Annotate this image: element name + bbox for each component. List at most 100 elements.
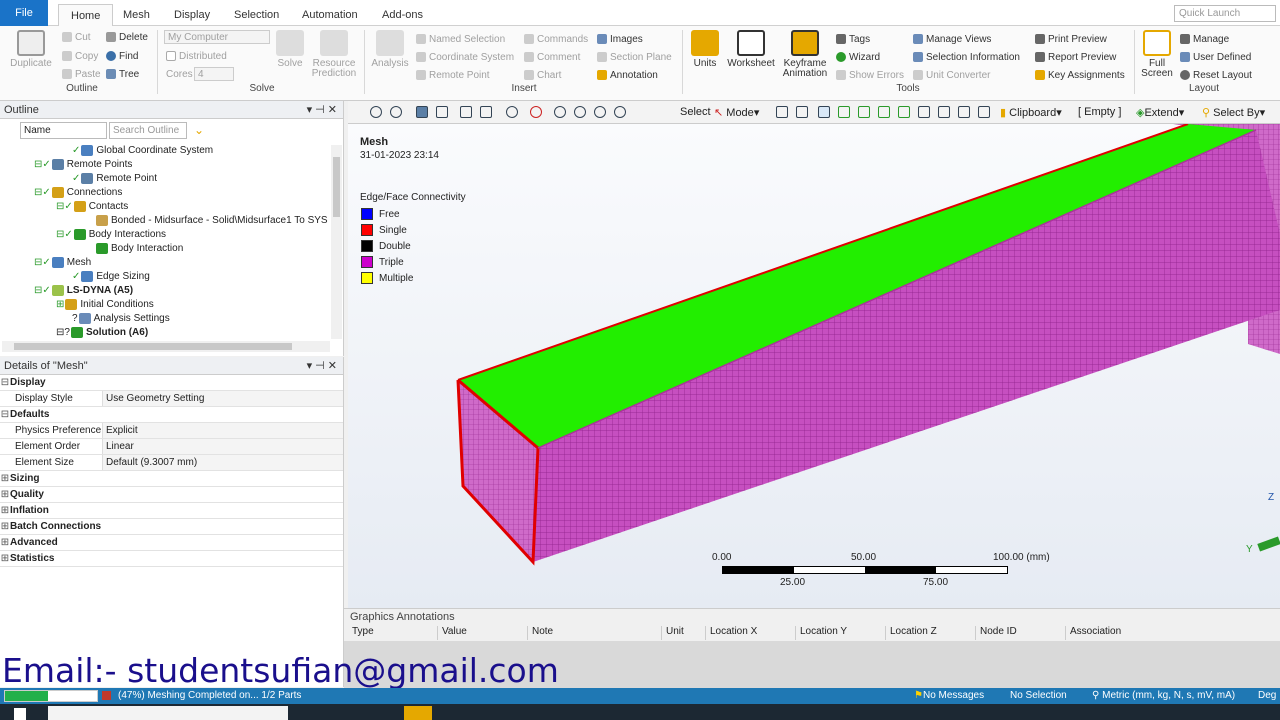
detail-physics-preference[interactable]: Physics Preference Explicit bbox=[0, 423, 343, 439]
comment-button[interactable]: Comment bbox=[524, 50, 580, 64]
manage-views-button[interactable]: Manage Views bbox=[913, 32, 991, 46]
col-location-x[interactable]: Location X bbox=[706, 626, 796, 640]
tree-item-solution[interactable]: ⊟? Solution (A6) bbox=[56, 325, 148, 339]
tree-item-ls-dyna[interactable]: ⊟✓ LS-DYNA (A5) bbox=[34, 283, 133, 297]
select-edge-icon[interactable] bbox=[796, 106, 808, 118]
tree-item-remote-points[interactable]: ⊟✓ Remote Points bbox=[34, 157, 132, 171]
outline-vertical-scrollbar[interactable] bbox=[331, 145, 342, 339]
col-location-z[interactable]: Location Z bbox=[886, 626, 976, 640]
commands-button[interactable]: Commands bbox=[524, 32, 588, 46]
section-plane-button[interactable]: Section Plane bbox=[597, 50, 672, 64]
print-preview-button[interactable]: Print Preview bbox=[1035, 32, 1107, 46]
col-unit[interactable]: Unit bbox=[662, 626, 706, 640]
section-batch-connections[interactable]: ⊞ Batch Connections bbox=[0, 519, 343, 535]
annotation-button[interactable]: Annotation bbox=[597, 68, 658, 82]
worksheet-button[interactable]: Worksheet bbox=[726, 30, 776, 69]
label-icon[interactable] bbox=[958, 106, 970, 118]
select-element-face-icon[interactable] bbox=[878, 106, 890, 118]
detail-element-order[interactable]: Element Order Linear bbox=[0, 439, 343, 455]
manage-layout-button[interactable]: Manage bbox=[1180, 32, 1229, 46]
keyframe-animation-button[interactable]: Keyframe Animation bbox=[780, 30, 830, 79]
section-defaults[interactable]: ⊟ Defaults bbox=[0, 407, 343, 423]
select-menu[interactable]: Select bbox=[680, 106, 711, 118]
named-selection-button[interactable]: Named Selection bbox=[416, 32, 505, 46]
show-vertices-icon[interactable] bbox=[938, 106, 950, 118]
zoom-in-icon[interactable] bbox=[370, 106, 382, 118]
section-inflation[interactable]: ⊞ Inflation bbox=[0, 503, 343, 519]
copy-button[interactable]: Copy bbox=[62, 49, 98, 63]
tree-item-contacts[interactable]: ⊟✓ Contacts bbox=[56, 199, 128, 213]
distributed-checkbox[interactable]: Distributed bbox=[166, 49, 227, 63]
fit-icon[interactable] bbox=[436, 106, 448, 118]
wizard-button[interactable]: Wizard bbox=[836, 50, 880, 64]
tree-item-body-interactions[interactable]: ⊟✓ Body Interactions bbox=[56, 227, 166, 241]
user-defined-button[interactable]: User Defined bbox=[1180, 50, 1251, 64]
units-button[interactable]: Units bbox=[688, 30, 722, 69]
mesh-model[interactable] bbox=[348, 124, 1280, 608]
tags-button[interactable]: Tags bbox=[836, 32, 870, 46]
angle-units-status[interactable]: Deg bbox=[1258, 690, 1276, 701]
select-mesh-icon[interactable] bbox=[918, 106, 930, 118]
taskbar-search-icon[interactable] bbox=[48, 706, 288, 720]
computer-select[interactable]: My Computer bbox=[164, 30, 270, 44]
tree-button[interactable]: Tree bbox=[106, 67, 139, 81]
delete-button[interactable]: Delete bbox=[106, 30, 148, 44]
select-body-icon[interactable] bbox=[838, 106, 850, 118]
select-element-icon[interactable] bbox=[898, 106, 910, 118]
tree-item-mesh[interactable]: ⊟✓ Mesh bbox=[34, 255, 91, 269]
clipboard-menu[interactable]: ▮ Clipboard▾ bbox=[1000, 106, 1062, 119]
tree-item-bonded-contact[interactable]: Bonded - Midsurface - Solid\Midsurface1 … bbox=[96, 213, 328, 227]
full-screen-button[interactable]: Full Screen bbox=[1140, 30, 1174, 79]
tab-selection[interactable]: Selection bbox=[222, 4, 291, 26]
tree-item-connections[interactable]: ⊟✓ Connections bbox=[34, 185, 122, 199]
tree-item-body-interaction[interactable]: Body Interaction bbox=[96, 241, 183, 255]
filter-chevron-icon[interactable]: ⌄ bbox=[194, 123, 204, 137]
chart-button[interactable]: Chart bbox=[524, 68, 561, 82]
images-button[interactable]: Images bbox=[597, 32, 643, 46]
section-statistics[interactable]: ⊞ Statistics bbox=[0, 551, 343, 567]
find-button[interactable]: Find bbox=[106, 49, 138, 63]
search-outline-input[interactable]: Search Outline bbox=[109, 122, 187, 139]
resource-prediction-button[interactable]: Resource Prediction bbox=[310, 30, 358, 79]
col-location-y[interactable]: Location Y bbox=[796, 626, 886, 640]
show-errors-button[interactable]: Show Errors bbox=[836, 68, 904, 82]
duplicate-button[interactable]: Duplicate bbox=[8, 30, 54, 69]
tree-item-remote-point[interactable]: ✓ Remote Point bbox=[72, 171, 157, 185]
select-by-menu[interactable]: ⚲ Select By▾ bbox=[1202, 106, 1265, 119]
tab-add-ons[interactable]: Add-ons bbox=[370, 4, 435, 26]
close-icon[interactable]: ▾ ⊣ ✕ bbox=[307, 103, 337, 116]
close-icon[interactable]: ▾ ⊣ ✕ bbox=[307, 359, 337, 372]
select-node-icon[interactable] bbox=[858, 106, 870, 118]
paste-button[interactable]: Paste bbox=[62, 67, 101, 81]
outline-horizontal-scrollbar[interactable] bbox=[2, 341, 330, 352]
messages-status[interactable]: ⚑No Messages bbox=[914, 690, 984, 701]
box-zoom-icon[interactable] bbox=[460, 106, 472, 118]
reset-layout-button[interactable]: Reset Layout bbox=[1180, 68, 1252, 82]
tree-item-edge-sizing[interactable]: ✓ Edge Sizing bbox=[72, 269, 150, 283]
key-assignments-button[interactable]: Key Assignments bbox=[1035, 68, 1125, 82]
extend-menu[interactable]: ◈Extend▾ bbox=[1136, 106, 1184, 119]
col-note[interactable]: Note bbox=[528, 626, 662, 640]
tab-automation[interactable]: Automation bbox=[290, 4, 370, 26]
tree-item-analysis-settings[interactable]: ? Analysis Settings bbox=[72, 311, 170, 325]
tree-item-global-cs[interactable]: ✓ Global Coordinate System bbox=[72, 143, 213, 157]
stop-icon[interactable] bbox=[102, 691, 111, 700]
unit-converter-button[interactable]: Unit Converter bbox=[913, 68, 990, 82]
cores-input[interactable]: 4 bbox=[194, 67, 234, 81]
selection-information-button[interactable]: Selection Information bbox=[913, 50, 1020, 64]
solve-button[interactable]: Solve bbox=[274, 30, 306, 69]
zoom-icon[interactable] bbox=[554, 106, 566, 118]
col-value[interactable]: Value bbox=[438, 626, 528, 640]
remote-point-button[interactable]: Remote Point bbox=[416, 68, 490, 82]
file-menu[interactable]: File bbox=[0, 0, 48, 26]
ansys-app-icon[interactable] bbox=[404, 706, 432, 720]
detail-element-size[interactable]: Element Size Default (9.3007 mm) bbox=[0, 455, 343, 471]
zoom-box-icon[interactable] bbox=[574, 106, 586, 118]
select-vertex-icon[interactable] bbox=[776, 106, 788, 118]
quick-launch-input[interactable]: Quick Launch bbox=[1174, 5, 1276, 22]
tab-mesh[interactable]: Mesh bbox=[111, 4, 162, 26]
section-sizing[interactable]: ⊞ Sizing bbox=[0, 471, 343, 487]
col-type[interactable]: Type bbox=[348, 626, 438, 640]
pan-move-icon[interactable] bbox=[530, 106, 542, 118]
analysis-button[interactable]: Analysis bbox=[370, 30, 410, 69]
